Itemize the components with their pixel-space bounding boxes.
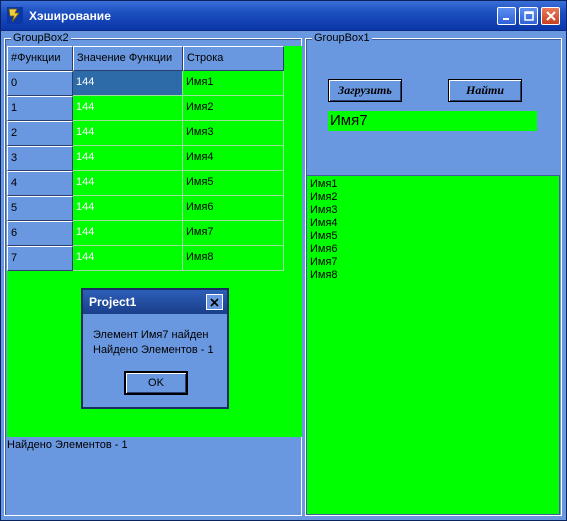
table-row[interactable]: 5 144 Имя6 — [7, 196, 284, 221]
row-value[interactable]: 144 — [73, 171, 183, 196]
row-name[interactable]: Имя8 — [183, 246, 284, 271]
header-function-value[interactable]: Значение Функции — [73, 46, 183, 71]
row-name[interactable]: Имя4 — [183, 146, 284, 171]
dialog-title: Project1 — [89, 295, 137, 309]
ok-button[interactable]: OK — [125, 372, 187, 394]
dialog-message-line1: Элемент Имя7 найден — [93, 329, 209, 341]
names-listbox[interactable]: Имя1 Имя2 Имя3 Имя4 Имя5 Имя6 Имя7 Имя8 — [306, 175, 560, 515]
row-index: 3 — [7, 146, 73, 171]
find-button[interactable]: Найти — [448, 79, 522, 102]
maximize-icon[interactable] — [519, 7, 538, 25]
row-index: 1 — [7, 96, 73, 121]
header-function-index[interactable]: #Функции — [7, 46, 73, 71]
list-item[interactable]: Имя4 — [310, 217, 556, 230]
dialog-message-line2: Найдено Элементов - 1 — [93, 344, 214, 356]
table-row[interactable]: 3 144 Имя4 — [7, 146, 284, 171]
title-bar[interactable]: Хэширование — [1, 1, 566, 31]
list-item[interactable]: Имя1 — [310, 178, 556, 191]
row-value[interactable]: 144 — [73, 221, 183, 246]
row-value[interactable]: 144 — [73, 146, 183, 171]
dialog-close-icon[interactable] — [206, 294, 223, 310]
row-index: 2 — [7, 121, 73, 146]
table-row[interactable]: 6 144 Имя7 — [7, 221, 284, 246]
minimize-icon[interactable] — [497, 7, 516, 25]
delphi-app-icon — [7, 7, 23, 24]
row-value[interactable]: 144 — [73, 96, 183, 121]
table-row[interactable]: 1 144 Имя2 — [7, 96, 284, 121]
list-item[interactable]: Имя3 — [310, 204, 556, 217]
row-index: 6 — [7, 221, 73, 246]
row-value[interactable]: 144 — [73, 121, 183, 146]
row-name[interactable]: Имя7 — [183, 221, 284, 246]
table-row[interactable]: 0 144 Имя1 — [7, 71, 284, 96]
message-dialog: Project1 Элемент Имя7 найден Найдено Эле… — [81, 288, 229, 409]
row-value[interactable]: 144 — [73, 246, 183, 271]
row-name[interactable]: Имя5 — [183, 171, 284, 196]
row-index: 7 — [7, 246, 73, 271]
list-item[interactable]: Имя5 — [310, 230, 556, 243]
main-window: Хэширование GroupBox2 #Функции Значение … — [0, 0, 567, 521]
row-name[interactable]: Имя2 — [183, 96, 284, 121]
row-index: 5 — [7, 196, 73, 221]
table-row[interactable]: 2 144 Имя3 — [7, 121, 284, 146]
load-button[interactable]: Загрузить — [328, 79, 402, 102]
header-string[interactable]: Строка — [183, 46, 284, 71]
row-value[interactable]: 144 — [73, 196, 183, 221]
groupbox2-label: GroupBox2 — [11, 32, 71, 44]
row-index: 4 — [7, 171, 73, 196]
row-name[interactable]: Имя3 — [183, 121, 284, 146]
list-item[interactable]: Имя7 — [310, 256, 556, 269]
row-index: 0 — [7, 71, 73, 96]
row-value[interactable]: 144 — [73, 71, 183, 96]
grid-header-row: #Функции Значение Функции Строка — [7, 46, 284, 71]
close-icon[interactable] — [541, 7, 560, 25]
list-item[interactable]: Имя2 — [310, 191, 556, 204]
window-title: Хэширование — [29, 9, 111, 23]
table-row[interactable]: 4 144 Имя5 — [7, 171, 284, 196]
row-name[interactable]: Имя1 — [183, 71, 284, 96]
found-count-label: Найдено Элементов - 1 — [7, 439, 128, 451]
search-input[interactable]: Имя7 — [328, 111, 537, 131]
list-item[interactable]: Имя8 — [310, 269, 556, 282]
list-item[interactable]: Имя6 — [310, 243, 556, 256]
table-row[interactable]: 7 144 Имя8 — [7, 246, 284, 271]
row-name[interactable]: Имя6 — [183, 196, 284, 221]
groupbox1-label: GroupBox1 — [312, 32, 372, 44]
